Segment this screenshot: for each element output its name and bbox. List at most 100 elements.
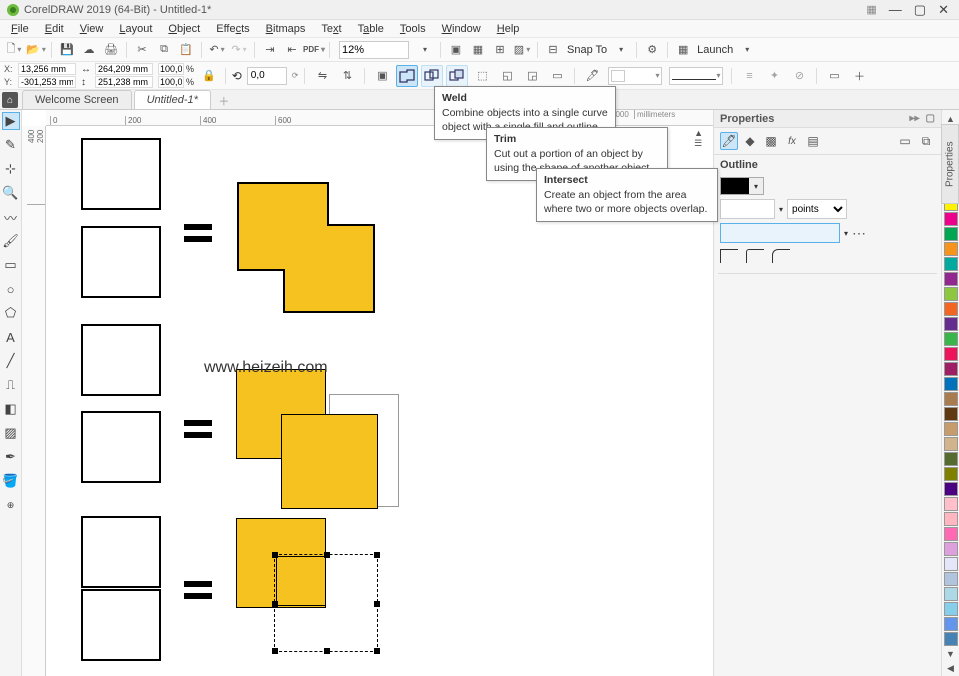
menu-help[interactable]: Help — [490, 21, 527, 37]
transparency-tab-icon[interactable]: ▩ — [762, 132, 780, 150]
trim-button[interactable] — [421, 65, 443, 87]
order-front-button[interactable]: ▣ — [371, 65, 393, 87]
color-swatch[interactable] — [944, 257, 958, 271]
menu-layout[interactable]: Layout — [112, 21, 159, 37]
color-swatch[interactable] — [944, 212, 958, 226]
menu-file[interactable]: File — [4, 21, 36, 37]
eyedropper-tool[interactable]: ✒ — [2, 448, 20, 466]
outline-pen-icon[interactable]: 🖊 — [581, 65, 603, 87]
color-swatch[interactable] — [944, 632, 958, 646]
redo-button[interactable]: ↷▾ — [229, 40, 249, 60]
x-position-input[interactable] — [18, 63, 76, 75]
snap-label[interactable]: Snap To — [567, 44, 607, 56]
zoom-level-input[interactable] — [339, 41, 409, 59]
crop-tool[interactable]: ⊹ — [2, 160, 20, 178]
launch-label[interactable]: Launch — [697, 44, 733, 56]
y-position-input[interactable] — [18, 76, 76, 88]
outline-width-chev[interactable]: ▾ — [779, 205, 783, 214]
mirror-h-button[interactable]: ⇋ — [311, 65, 333, 87]
close-button[interactable]: ✕ — [938, 2, 949, 18]
wrap-text-button[interactable]: ≡ — [738, 65, 760, 87]
color-swatch[interactable] — [944, 452, 958, 466]
scale-x-input[interactable] — [158, 63, 184, 75]
menu-effects[interactable]: Effects — [209, 21, 256, 37]
outline-width-input[interactable] — [720, 199, 775, 219]
color-swatch[interactable] — [944, 302, 958, 316]
scale-y-input[interactable] — [158, 76, 184, 88]
canvas-object[interactable] — [276, 556, 326, 606]
canvas-object[interactable] — [81, 411, 161, 483]
width-input[interactable] — [95, 63, 153, 75]
color-swatch[interactable] — [944, 437, 958, 451]
add-prop-button[interactable]: ＋ — [848, 65, 870, 87]
cloud-button[interactable]: ☁ — [79, 40, 99, 60]
text-tool[interactable]: A — [2, 328, 20, 346]
palette-scroll-up[interactable]: ▲ — [946, 114, 955, 124]
fx-tab-icon[interactable]: fx — [783, 132, 801, 150]
palette-scroll-down[interactable]: ▼ — [946, 649, 955, 659]
tab-add-button[interactable]: ＋ — [215, 93, 233, 109]
color-swatch[interactable] — [944, 527, 958, 541]
color-swatch[interactable] — [944, 392, 958, 406]
fill-tab-icon[interactable]: ◆ — [741, 132, 759, 150]
height-input[interactable] — [95, 76, 153, 88]
transparency-tool[interactable]: ▨ — [2, 424, 20, 442]
color-swatch[interactable] — [944, 377, 958, 391]
outline-units-select[interactable]: points — [787, 199, 847, 219]
color-swatch[interactable] — [944, 407, 958, 421]
color-swatch[interactable] — [944, 497, 958, 511]
palette-flyout[interactable]: ◀ — [947, 663, 954, 674]
cut-button[interactable]: ✂ — [132, 40, 152, 60]
convert-curves-button[interactable]: ▭ — [823, 65, 845, 87]
shape-tool[interactable]: ✎ — [2, 136, 20, 154]
color-swatch[interactable] — [944, 317, 958, 331]
effects-button[interactable]: ✦ — [763, 65, 785, 87]
rotation-input[interactable] — [247, 67, 287, 85]
rotation-chev[interactable]: ⟳ — [292, 71, 299, 80]
mirror-v-button[interactable]: ⇅ — [336, 65, 358, 87]
frame-tab-icon[interactable]: ▭ — [896, 132, 914, 150]
publish-pdf-button[interactable]: PDF▾ — [304, 40, 324, 60]
clear-button[interactable]: ⊘ — [788, 65, 810, 87]
parallel-dim-tool[interactable]: ╱ — [2, 352, 20, 370]
fill-tool[interactable]: 🪣 — [2, 472, 20, 490]
menu-bitmaps[interactable]: Bitmaps — [259, 21, 313, 37]
snap-toggle[interactable]: ⊟ — [543, 40, 563, 60]
canvas-object[interactable] — [81, 324, 161, 396]
rectangle-tool[interactable]: ▭ — [2, 256, 20, 274]
color-swatch[interactable] — [944, 617, 958, 631]
menu-table[interactable]: Table — [351, 21, 391, 37]
menu-edit[interactable]: Edit — [38, 21, 71, 37]
weld-button[interactable] — [396, 65, 418, 87]
color-swatch[interactable] — [944, 542, 958, 556]
export-button[interactable]: ⇤ — [282, 40, 302, 60]
tab-welcome[interactable]: Welcome Screen — [22, 90, 132, 109]
color-swatch[interactable] — [944, 482, 958, 496]
color-swatch[interactable] — [944, 227, 958, 241]
color-swatch[interactable] — [944, 512, 958, 526]
show-grid-button[interactable]: ⊞ — [490, 40, 510, 60]
outline-style-input[interactable] — [720, 223, 840, 243]
paste-button[interactable]: 📋 — [176, 40, 196, 60]
frame2-tab-icon[interactable]: ⧉ — [917, 132, 935, 150]
menu-tools[interactable]: Tools — [393, 21, 433, 37]
options-button[interactable]: ⚙ — [642, 40, 662, 60]
docker-menu-icon[interactable]: ▸▸ — [910, 113, 920, 124]
boundary-button[interactable]: ▭ — [546, 65, 568, 87]
ellipse-tool[interactable]: ○ — [2, 280, 20, 298]
canvas-object[interactable] — [81, 589, 161, 661]
outline-style-chev[interactable]: ▾ — [844, 229, 848, 238]
toolbox-expand[interactable]: ⊕ — [2, 496, 20, 514]
import-button[interactable]: ⇥ — [260, 40, 280, 60]
zoom-tool[interactable]: 🔍 — [2, 184, 20, 202]
outline-color-select[interactable]: ▾ — [720, 177, 764, 195]
outline-more-button[interactable]: ⋯ — [852, 225, 866, 242]
color-swatch[interactable] — [944, 557, 958, 571]
page-nav[interactable]: ▲☰ — [694, 128, 703, 149]
front-minus-back-button[interactable]: ◱ — [496, 65, 518, 87]
canvas-object[interactable] — [236, 181, 376, 314]
canvas-object[interactable] — [81, 516, 161, 588]
simplify-button[interactable]: ⬚ — [471, 65, 493, 87]
undo-button[interactable]: ↶▾ — [207, 40, 227, 60]
outline-tab-icon[interactable]: 🖊 — [720, 132, 738, 150]
